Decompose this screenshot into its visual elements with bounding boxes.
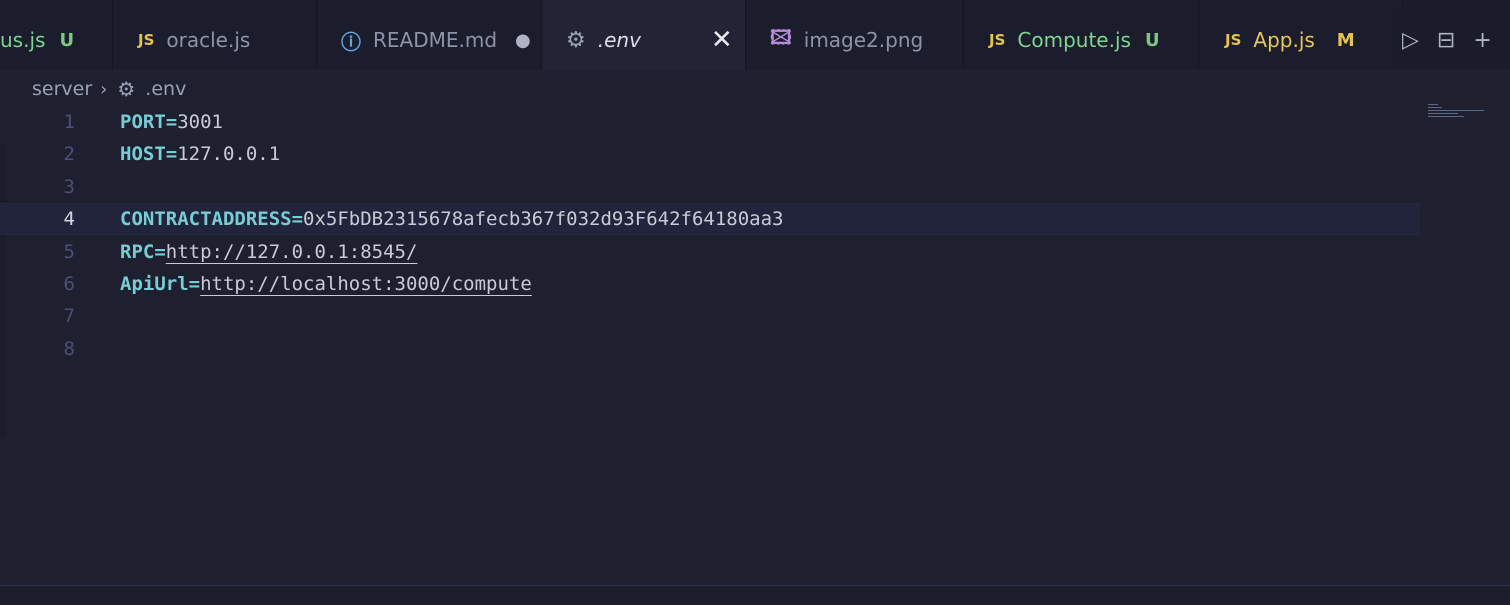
line-code: PORT=3001 bbox=[120, 111, 223, 133]
modified-dot-icon: ● bbox=[515, 29, 531, 51]
more-actions-icon[interactable]: + bbox=[1473, 28, 1491, 53]
modified-badge: M bbox=[1336, 29, 1355, 51]
tab-image2-png[interactable]: 🖾 image2.png bbox=[746, 0, 964, 70]
env-key: RPC= bbox=[120, 241, 166, 263]
tab-label: .env bbox=[597, 28, 641, 52]
tab-oracle-js[interactable]: JS oracle.js bbox=[113, 0, 317, 70]
tab-app-js[interactable]: JS App.js M bbox=[1199, 0, 1403, 70]
tab-compute-js[interactable]: JS Compute.js U bbox=[964, 0, 1199, 70]
line-number: 7 bbox=[63, 305, 75, 327]
code-line: 1 PORT=3001 bbox=[0, 106, 1420, 138]
tab-label: README.md bbox=[373, 28, 498, 52]
code-line: 3 bbox=[0, 171, 1420, 203]
tab-label: image2.png bbox=[803, 28, 924, 52]
code-line: 6 ApiUrl=http://localhost:3000/compute bbox=[0, 268, 1420, 300]
close-icon[interactable]: ✕ bbox=[711, 25, 733, 55]
env-key: PORT= bbox=[120, 111, 178, 133]
js-file-icon: JS bbox=[138, 31, 155, 49]
env-value: 127.0.0.1 bbox=[177, 143, 281, 165]
editor-actions: ▷ ⊟ + bbox=[1394, 10, 1510, 70]
tab-us-js[interactable]: us.js U bbox=[0, 0, 113, 70]
env-key: ApiUrl= bbox=[120, 273, 201, 295]
code-line: 7 bbox=[0, 300, 1420, 332]
line-code: RPC=http://127.0.0.1:8545/ bbox=[120, 241, 417, 263]
gear-icon: ⚙ bbox=[117, 77, 136, 101]
line-code: CONTRACTADDRESS=0x5FbDB2315678afecb367f0… bbox=[120, 208, 783, 230]
js-file-icon: JS bbox=[989, 31, 1006, 49]
line-number: 5 bbox=[63, 241, 75, 263]
line-code: HOST=127.0.0.1 bbox=[120, 143, 280, 165]
code-line: 5 RPC=http://127.0.0.1:8545/ bbox=[0, 236, 1420, 268]
code-editor[interactable]: 1 PORT=3001 2 HOST=127.0.0.1 3 4 CONTRAC… bbox=[0, 106, 1420, 366]
line-number: 4 bbox=[63, 208, 75, 230]
url-link[interactable]: http://localhost:3000/compute bbox=[200, 273, 532, 295]
env-key: CONTRACTADDRESS= bbox=[120, 208, 304, 230]
bottom-panel bbox=[0, 585, 1510, 605]
gear-icon: ⚙ bbox=[566, 27, 586, 53]
info-icon: ⓘ bbox=[341, 29, 361, 54]
chevron-right-icon: › bbox=[100, 78, 108, 100]
code-line: 2 HOST=127.0.0.1 bbox=[0, 138, 1420, 170]
tab-env[interactable]: ⚙ .env ✕ bbox=[542, 0, 746, 70]
breadcrumb-folder[interactable]: server bbox=[32, 78, 92, 100]
untracked-badge: U bbox=[1144, 29, 1160, 51]
untracked-badge: U bbox=[59, 29, 75, 51]
run-icon[interactable]: ▷ bbox=[1402, 28, 1419, 53]
editor-window: us.js U JS oracle.js ⓘ README.md ● ⚙ .en… bbox=[0, 0, 1510, 605]
url-link[interactable]: http://127.0.0.1:8545/ bbox=[166, 241, 418, 263]
tab-readme-md[interactable]: ⓘ README.md ● bbox=[317, 0, 542, 70]
breadcrumb: server › ⚙ .env bbox=[32, 74, 186, 104]
line-number: 2 bbox=[63, 143, 75, 165]
split-editor-icon[interactable]: ⊟ bbox=[1437, 28, 1455, 53]
tab-bar: us.js U JS oracle.js ⓘ README.md ● ⚙ .en… bbox=[0, 0, 1510, 71]
breadcrumb-file[interactable]: .env bbox=[145, 78, 186, 100]
tab-label: Compute.js bbox=[1017, 28, 1131, 52]
line-number: 3 bbox=[63, 176, 75, 198]
env-value: 0x5FbDB2315678afecb367f032d93F642f64180a… bbox=[303, 208, 784, 230]
code-line-current: 4 CONTRACTADDRESS=0x5FbDB2315678afecb367… bbox=[0, 203, 1420, 235]
line-number: 8 bbox=[63, 338, 75, 360]
line-code: ApiUrl=http://localhost:3000/compute bbox=[120, 273, 532, 295]
line-number: 1 bbox=[63, 111, 75, 133]
tab-label: us.js bbox=[0, 28, 46, 52]
env-value: 3001 bbox=[177, 111, 223, 133]
minimap[interactable] bbox=[1428, 104, 1488, 118]
js-file-icon: JS bbox=[1225, 31, 1242, 49]
env-key: HOST= bbox=[120, 143, 178, 165]
code-line: 8 bbox=[0, 333, 1420, 365]
tab-label: App.js bbox=[1253, 28, 1315, 52]
tab-label: oracle.js bbox=[166, 28, 251, 52]
image-icon: 🖾 bbox=[770, 25, 792, 49]
line-number: 6 bbox=[63, 273, 75, 295]
